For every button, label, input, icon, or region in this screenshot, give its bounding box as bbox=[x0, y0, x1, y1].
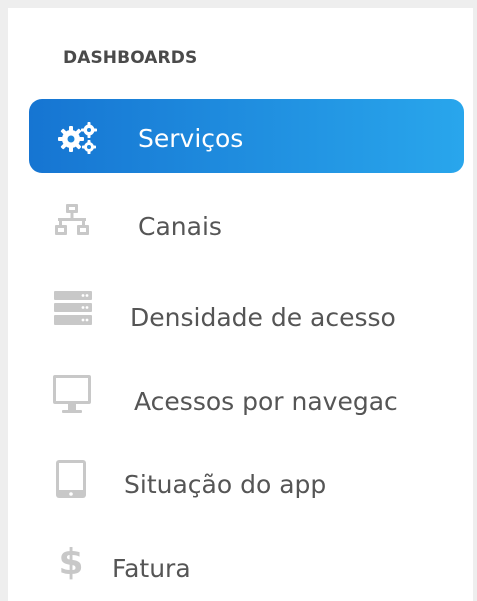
sidebar-item-label: Serviços bbox=[138, 124, 244, 153]
section-title: DASHBOARDS bbox=[63, 48, 198, 68]
sidebar-item-label: Canais bbox=[138, 212, 222, 241]
svg-text:$: $ bbox=[60, 542, 82, 580]
sidebar-item-servicos[interactable]: Serviços bbox=[8, 88, 473, 173]
sidebar-item-canais[interactable]: Canais bbox=[8, 186, 473, 266]
sidebar-item-fatura[interactable]: $ Fatura bbox=[8, 520, 473, 600]
dollar-icon: $ bbox=[60, 542, 82, 580]
sidebar-item-label: Fatura bbox=[112, 554, 191, 583]
desktop-icon bbox=[53, 375, 91, 415]
sidebar-item-label: Situação do app bbox=[124, 470, 327, 499]
network-icon bbox=[55, 204, 89, 236]
server-icon bbox=[54, 291, 92, 325]
sidebar-item-label: Densidade de acesso bbox=[130, 303, 396, 332]
sidebar-item-label: Acessos por navegac bbox=[134, 387, 398, 416]
gears-icon bbox=[58, 122, 98, 154]
sidebar-item-acessos-por-navegador[interactable]: Acessos por navegac bbox=[8, 353, 473, 433]
sidebar-item-situacao-do-app[interactable]: Situação do app bbox=[8, 438, 473, 518]
sidebar-panel: DASHBOARDS Serviços Canais Densidade de … bbox=[8, 8, 473, 601]
sidebar-item-densidade-de-acesso[interactable]: Densidade de acesso bbox=[8, 271, 473, 351]
tablet-icon bbox=[56, 460, 86, 498]
